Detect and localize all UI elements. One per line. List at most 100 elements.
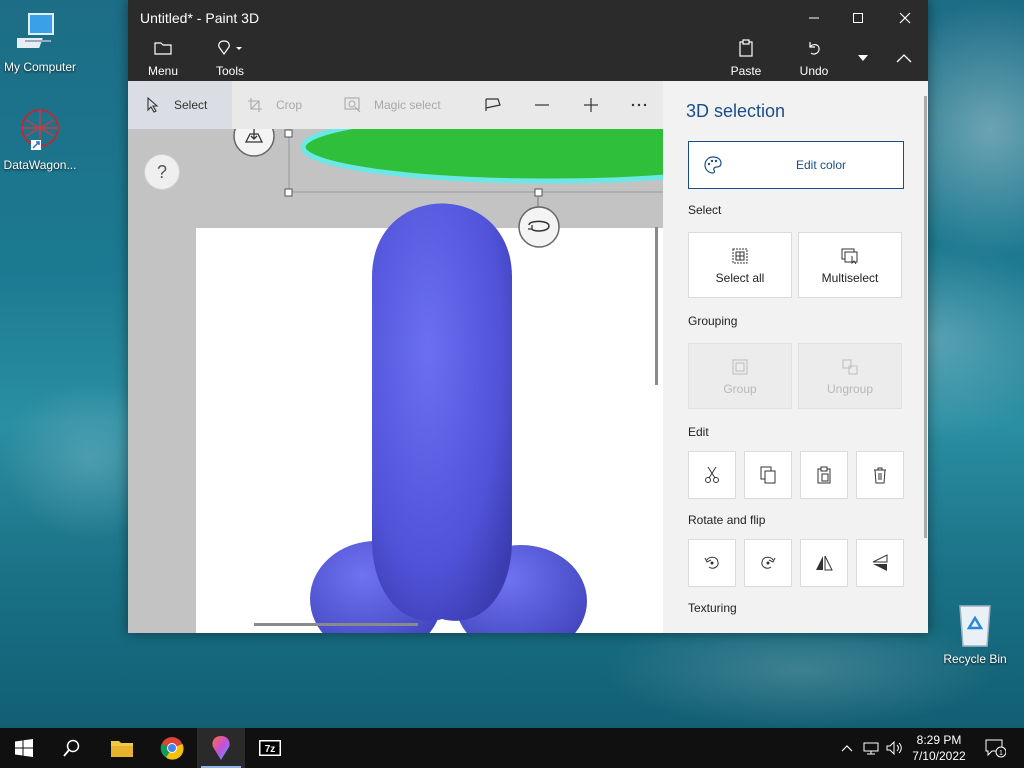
crop-tool[interactable]: Crop — [246, 81, 326, 129]
notifications-button[interactable]: 1 — [980, 728, 1010, 768]
3d-selection-panel: 3D selection Edit color Select Select al… — [663, 81, 928, 633]
rotate-handle[interactable] — [518, 206, 560, 248]
notification-icon: 1 — [985, 739, 1006, 758]
select-section-heading: Select — [688, 203, 722, 217]
paste-panel-button[interactable] — [800, 451, 848, 499]
zoom-in-button[interactable] — [583, 81, 607, 129]
paste-button[interactable]: Paste — [728, 38, 764, 78]
more-options-button[interactable] — [631, 81, 655, 129]
undo-dropdown-button[interactable] — [850, 44, 876, 72]
tools-button[interactable]: Tools — [214, 38, 246, 78]
flag-icon — [484, 96, 502, 114]
menu-label: Menu — [147, 64, 179, 78]
select-tool[interactable]: Select — [128, 81, 232, 129]
file-explorer-button[interactable] — [98, 728, 146, 768]
collapse-ribbon-button[interactable] — [884, 44, 924, 72]
rotate-left-button[interactable] — [688, 539, 736, 587]
more-icon — [631, 96, 647, 114]
network-icon — [863, 742, 879, 755]
panel-scrollbar[interactable] — [924, 96, 927, 538]
svg-text:7z: 7z — [265, 744, 276, 755]
selection-toolbar: Select Crop Magic select — [128, 81, 663, 129]
select-tool-label: Select — [174, 98, 208, 112]
select-all-button[interactable]: Select all — [688, 232, 792, 298]
ungroup-button[interactable]: Ungroup — [798, 343, 902, 409]
rotate-flip-section-heading: Rotate and flip — [688, 513, 766, 527]
start-button[interactable] — [0, 728, 48, 768]
chrome-button[interactable] — [148, 728, 196, 768]
zoom-out-button[interactable] — [534, 81, 558, 129]
network-button[interactable] — [860, 728, 882, 768]
desktop-icon-label: Recycle Bin — [943, 652, 1007, 666]
taskbar-clock[interactable]: 8:29 PM 7/10/2022 — [900, 732, 978, 764]
undo-icon — [805, 38, 823, 58]
edit-color-button[interactable]: Edit color — [688, 141, 904, 189]
canvas-workspace[interactable]: ? — [128, 129, 663, 633]
edit-color-label: Edit color — [795, 158, 847, 172]
scene-3d — [233, 129, 663, 634]
search-button[interactable] — [48, 728, 96, 768]
clock-date: 7/10/2022 — [912, 749, 966, 763]
folder-icon — [154, 38, 172, 58]
paint3d-taskbar-button[interactable] — [197, 728, 245, 768]
brush-icon — [216, 38, 244, 58]
horizontal-scrollbar[interactable] — [254, 623, 418, 626]
datawagon-icon — [17, 108, 63, 154]
minus-icon — [534, 96, 550, 114]
copy-icon — [760, 466, 776, 484]
desktop-icon-label: My Computer — [3, 60, 77, 74]
flip-horizontal-icon — [816, 555, 833, 571]
z-position-handle[interactable] — [233, 129, 275, 157]
paste-icon — [817, 466, 831, 484]
chevron-down-icon — [858, 55, 868, 61]
rotate-left-icon — [704, 556, 719, 569]
multiselect-label: Multiselect — [821, 271, 879, 285]
close-button[interactable] — [882, 4, 928, 32]
desktop-icon-label: DataWagon... — [3, 158, 77, 172]
group-icon — [732, 356, 748, 378]
maximize-button[interactable] — [835, 4, 881, 32]
rotate-right-button[interactable] — [744, 539, 792, 587]
paste-icon — [737, 38, 755, 58]
desktop-icon-recycle-bin[interactable]: Recycle Bin — [935, 602, 1015, 666]
menu-button[interactable]: Menu — [144, 38, 182, 78]
minimize-button[interactable] — [791, 4, 837, 32]
selection-handle[interactable] — [534, 188, 543, 197]
ungroup-icon — [842, 356, 858, 378]
flip-vertical-button[interactable] — [856, 539, 904, 587]
help-button[interactable]: ? — [144, 154, 180, 190]
scissors-icon — [705, 466, 719, 483]
7zip-icon: 7z — [259, 740, 281, 756]
vertical-scrollbar[interactable] — [655, 227, 658, 385]
select-all-icon — [732, 245, 748, 267]
cut-button[interactable] — [688, 451, 736, 499]
purple-3d-object[interactable] — [310, 203, 587, 634]
plus-icon — [583, 96, 599, 114]
green-3d-object[interactable] — [300, 129, 663, 184]
desktop-icon-my-computer[interactable]: My Computer — [0, 10, 80, 74]
cursor-icon — [144, 96, 162, 114]
windows-icon — [15, 739, 33, 757]
undo-button[interactable]: Undo — [796, 38, 832, 78]
group-button[interactable]: Group — [688, 343, 792, 409]
view-toggle-button[interactable] — [484, 81, 506, 129]
computer-icon — [9, 10, 63, 56]
delete-button[interactable] — [856, 451, 904, 499]
flip-horizontal-button[interactable] — [800, 539, 848, 587]
selection-handle[interactable] — [284, 188, 293, 197]
group-label: Group — [723, 382, 757, 396]
magic-select-icon — [344, 96, 362, 114]
selection-handle[interactable] — [284, 129, 293, 138]
multiselect-button[interactable]: Multiselect — [798, 232, 902, 298]
panel-title: 3D selection — [686, 101, 786, 121]
magic-select-tool[interactable]: Magic select — [344, 81, 464, 129]
show-hidden-icons-button[interactable] — [838, 728, 856, 768]
folder-icon — [111, 741, 133, 757]
search-icon — [63, 739, 80, 757]
grouping-section-heading: Grouping — [688, 314, 738, 328]
desktop-icon-datawagon[interactable]: DataWagon... — [0, 108, 80, 172]
ungroup-label: Ungroup — [826, 382, 874, 396]
7zip-button[interactable]: 7z — [246, 728, 294, 768]
paste-label: Paste — [730, 64, 762, 78]
copy-button[interactable] — [744, 451, 792, 499]
